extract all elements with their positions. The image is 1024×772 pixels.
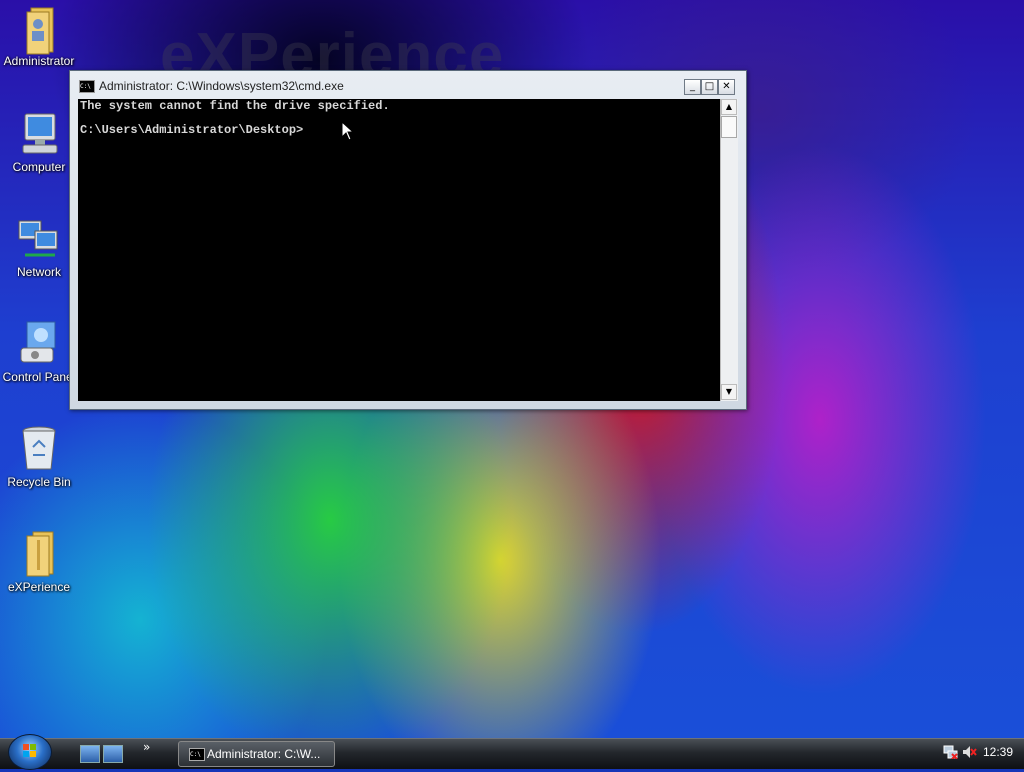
console-line: The system cannot find the drive specifi… — [80, 99, 390, 113]
desktop-icon-label: Administrator — [3, 54, 75, 68]
desktop-icon-recycle-bin[interactable]: Recycle Bin — [0, 425, 78, 489]
user-folder-icon — [15, 4, 63, 55]
volume-muted-icon[interactable] — [962, 745, 977, 759]
switch-windows-icon[interactable] — [103, 745, 123, 763]
scroll-up-arrow-icon[interactable]: ▲ — [721, 99, 737, 115]
vertical-scrollbar[interactable]: ▲ ▼ — [720, 99, 738, 401]
desktop-icon-label: eXPerience — [7, 580, 71, 594]
cmd-taskbar-icon: C:\ — [189, 748, 205, 761]
desktop-icon-computer[interactable]: Computer — [0, 110, 78, 174]
quick-launch-more-button[interactable]: » — [143, 740, 150, 754]
desktop-icon-experience[interactable]: eXPerience — [0, 530, 78, 594]
scroll-down-arrow-icon[interactable]: ▼ — [721, 384, 737, 400]
desktop-icon-label: Computer — [12, 160, 66, 174]
start-button[interactable] — [8, 734, 52, 770]
maximize-button[interactable]: □ — [701, 79, 718, 95]
cmd-window[interactable]: C:\ Administrator: C:\Windows\system32\c… — [69, 70, 747, 410]
desktop-icon-control-panel[interactable]: Control Panel — [0, 320, 78, 384]
recycle-bin-icon — [15, 425, 63, 473]
mouse-cursor-icon — [341, 121, 355, 141]
network-status-icon[interactable] — [943, 745, 958, 759]
scroll-thumb[interactable] — [721, 116, 737, 138]
windows-logo-icon — [23, 744, 36, 757]
cmd-window-icon[interactable]: C:\ — [79, 80, 95, 93]
desktop-icon-label: Network — [16, 265, 61, 279]
minimize-button[interactable]: _ — [684, 79, 701, 95]
desktop-icon-label: Recycle Bin — [7, 475, 71, 489]
console-output[interactable]: The system cannot find the drive specifi… — [78, 99, 720, 401]
folder-icon — [15, 530, 63, 578]
show-desktop-icon[interactable] — [80, 745, 100, 763]
computer-icon — [15, 110, 63, 158]
taskbar-clock[interactable]: 12:39 — [983, 745, 1013, 759]
taskbar-button-cmd[interactable]: C:\ Administrator: C:\W... — [178, 741, 335, 767]
cmd-window-title: Administrator: C:\Windows\system32\cmd.e… — [99, 79, 344, 93]
desktop-icon-label: Control Panel — [2, 370, 76, 384]
control-panel-icon — [15, 320, 63, 368]
desktop-icon-administrator[interactable]: Administrator — [0, 4, 78, 68]
console-prompt: C:\Users\Administrator\Desktop> — [80, 123, 304, 137]
close-button[interactable]: ✕ — [718, 79, 735, 95]
desktop-icon-network[interactable]: Network — [0, 215, 78, 279]
taskbar-button-label: Administrator: C:\W... — [207, 747, 321, 761]
network-icon — [15, 215, 63, 263]
taskbar — [0, 738, 1024, 769]
cmd-titlebar[interactable]: C:\ Administrator: C:\Windows\system32\c… — [70, 71, 746, 98]
